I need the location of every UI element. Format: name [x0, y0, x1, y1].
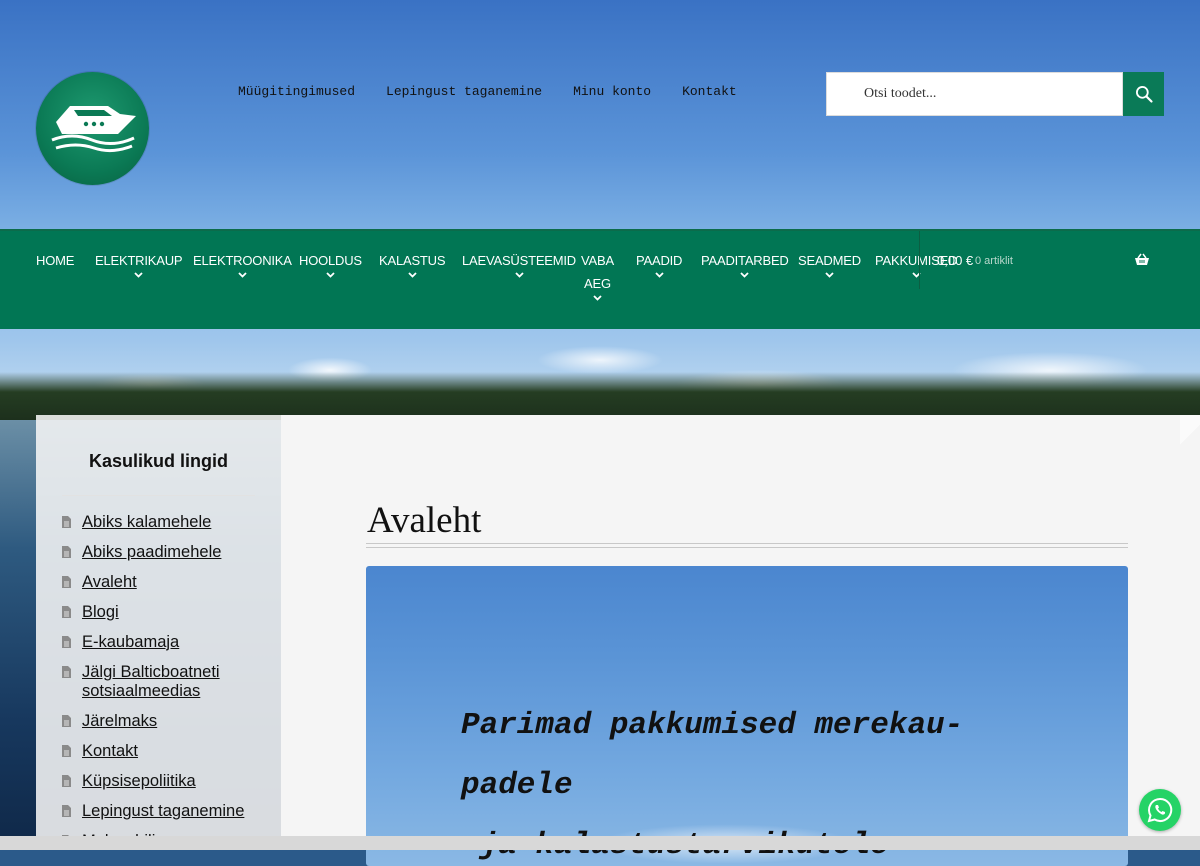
boat-logo-icon	[51, 106, 136, 153]
document-icon	[62, 745, 71, 757]
site-logo[interactable]	[36, 72, 149, 185]
chevron-down-icon	[326, 272, 335, 278]
hero-banner: Parimad pakkumised merekau- padele ja ka…	[366, 566, 1128, 866]
nav-item-laevasusteemid[interactable]: LAEVASÜSTEEMID	[462, 249, 576, 278]
nav-item-elektrikaup[interactable]: ELEKTRIKAUP	[95, 249, 183, 278]
secondary-nav-muugitingimused[interactable]: Müügitingimused	[238, 84, 355, 99]
page-bevel	[1180, 415, 1200, 455]
document-icon	[62, 516, 71, 528]
nav-item-hooldus[interactable]: HOOLDUS	[299, 249, 362, 278]
search-input[interactable]	[862, 73, 1116, 115]
nav-item-label: VABA	[581, 253, 614, 268]
list-item: Avaleht	[62, 573, 272, 592]
nav-item-label: HOOLDUS	[299, 253, 362, 268]
list-item: E-kaubamaja	[62, 633, 272, 652]
bottom-strip	[0, 836, 1200, 850]
nav-item-label: LAEVASÜSTEEMID	[462, 253, 576, 268]
nav-item-home[interactable]: HOME	[36, 249, 74, 272]
secondary-nav-kontakt[interactable]: Kontakt	[682, 84, 737, 99]
list-item: Jälgi Balticboatneti sotsiaalmeedias	[62, 663, 272, 701]
hero-text-line: padele	[461, 768, 573, 803]
nav-item-label: ELEKTROONIKA	[193, 253, 292, 268]
page-title: Avaleht	[367, 500, 482, 541]
chevron-down-icon	[134, 272, 143, 278]
sidebar-link-abiks-kalamehele[interactable]: Abiks kalamehele	[82, 513, 211, 531]
chevron-down-icon	[514, 272, 524, 278]
nav-item-label: HOME	[36, 253, 75, 268]
cart-total[interactable]: 0,00 €	[937, 249, 973, 272]
cart-divider	[919, 231, 920, 289]
nav-item-kalastus[interactable]: KALASTUS	[379, 249, 446, 278]
secondary-nav-minu-konto[interactable]: Minu konto	[573, 84, 651, 99]
nav-item-label: ELEKTRIKAUP	[95, 253, 183, 268]
main-content: Avaleht Parimad pakkumised merekau- pade…	[281, 415, 1200, 866]
nav-item-seadmed[interactable]: SEADMED	[798, 249, 861, 278]
nav-item-label-line2: AEG	[584, 276, 611, 291]
nav-item-label: PAADID	[636, 253, 683, 268]
basket-icon[interactable]	[1134, 253, 1150, 266]
document-icon	[62, 666, 71, 678]
list-item: Abiks paadimehele	[62, 543, 272, 562]
chevron-down-icon	[654, 272, 664, 278]
sidebar-title: Kasulikud lingid	[88, 451, 228, 471]
list-item: Abiks kalamehele	[62, 513, 272, 532]
cart-item-count: 0 artiklit	[975, 255, 1013, 267]
sidebar-link-kontakt[interactable]: Kontakt	[82, 742, 138, 760]
nav-item-elektroonika[interactable]: ELEKTROONIKA	[193, 249, 292, 278]
document-icon	[62, 576, 71, 588]
chevron-down-icon	[740, 272, 749, 278]
search-icon	[1135, 86, 1153, 103]
list-item: Küpsisepoliitika	[62, 772, 272, 791]
nav-item-vaba-aeg[interactable]: VABA AEG	[581, 249, 614, 301]
title-divider	[366, 543, 1128, 548]
sidebar-link-jarelmaks[interactable]: Järelmaks	[82, 712, 157, 730]
document-icon	[62, 546, 71, 558]
chevron-down-icon	[825, 272, 834, 278]
search-button[interactable]	[1123, 72, 1164, 116]
secondary-nav-lepingust-taganemine[interactable]: Lepingust taganemine	[386, 84, 542, 99]
whatsapp-icon	[1147, 797, 1173, 823]
product-search	[826, 72, 1123, 116]
sidebar-link-lepingust-taganemine[interactable]: Lepingust taganemine	[82, 802, 244, 820]
sidebar-widget: Kasulikud lingid Abiks kalamehele Abiks …	[36, 415, 281, 850]
list-item: Lepingust taganemine	[62, 802, 272, 821]
chevron-down-icon	[238, 272, 247, 278]
nav-item-label: KALASTUS	[379, 253, 446, 268]
list-item: Blogi	[62, 603, 272, 622]
nav-item-label: SEADMED	[798, 253, 861, 268]
hero-text-line: Parimad pakkumised merekau-	[461, 708, 964, 743]
document-icon	[62, 636, 71, 648]
sidebar-link-abiks-paadimehele[interactable]: Abiks paadimehele	[82, 543, 221, 561]
nav-item-paadid[interactable]: PAADID	[636, 249, 682, 278]
whatsapp-chat-button[interactable]	[1139, 789, 1181, 831]
document-icon	[62, 606, 71, 618]
nav-item-paaditarbed[interactable]: PAADITARBED	[701, 249, 789, 278]
list-item: Kontakt	[62, 742, 272, 761]
useful-links-list: Abiks kalamehele Abiks paadimehele Avale…	[62, 513, 272, 862]
sidebar-link-kupsisepoliitika[interactable]: Küpsisepoliitika	[82, 772, 196, 790]
sidebar-link-e-kaubamaja[interactable]: E-kaubamaja	[82, 633, 179, 651]
chevron-down-icon	[408, 272, 417, 278]
sidebar-divider	[62, 495, 255, 496]
primary-nav: HOME ELEKTRIKAUP ELEKTROONIKA HOOLDUS KA…	[0, 229, 1200, 329]
secondary-nav: Müügitingimused Lepingust taganemine Min…	[238, 84, 768, 99]
nav-item-label: PAADITARBED	[701, 253, 789, 268]
list-item: Järelmaks	[62, 712, 272, 731]
document-icon	[62, 805, 71, 817]
document-icon	[62, 775, 71, 787]
sidebar-link-avaleht[interactable]: Avaleht	[82, 573, 137, 591]
sidebar-link-blogi[interactable]: Blogi	[82, 603, 119, 621]
site-header: Müügitingimused Lepingust taganemine Min…	[0, 0, 1200, 229]
sidebar-link-jalgi-sotsiaalmeedias[interactable]: Jälgi Balticboatneti sotsiaalmeedias	[82, 663, 220, 700]
chevron-down-icon	[593, 295, 602, 301]
document-icon	[62, 715, 71, 727]
